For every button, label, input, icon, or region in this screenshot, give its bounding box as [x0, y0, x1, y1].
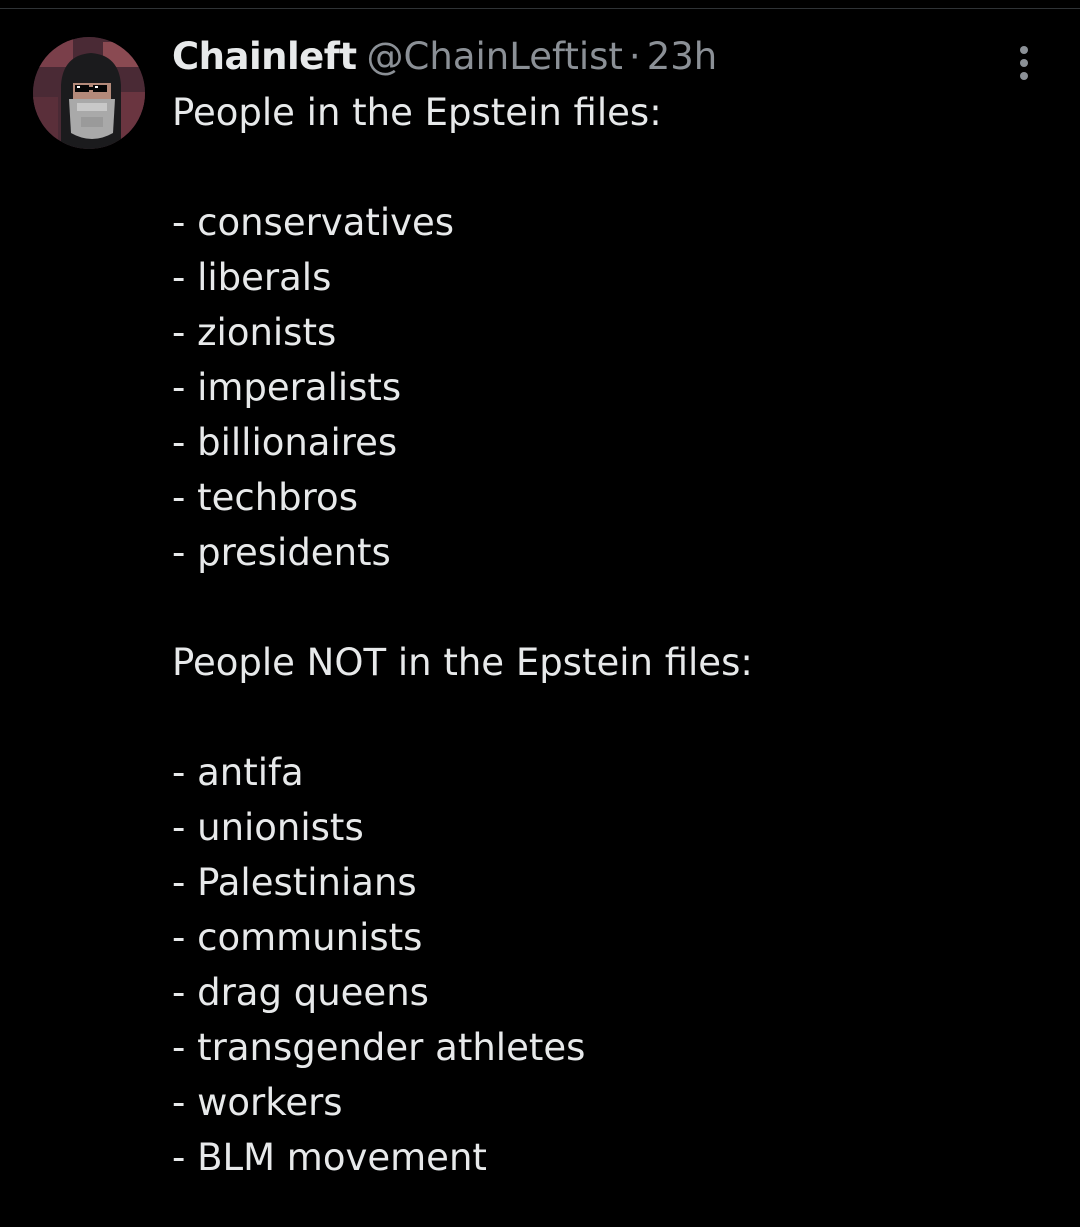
- tweet-text-line: People NOT in the Epstein files:: [172, 641, 753, 684]
- timestamp[interactable]: 23h: [647, 35, 718, 78]
- tweet-text-line: - conservatives: [172, 201, 455, 244]
- tweet-text-line: - unionists: [172, 806, 364, 849]
- tweet-text-line: [172, 580, 1052, 635]
- separator-dot: ·: [628, 35, 641, 78]
- tweet-text-line: - BLM movement: [172, 1136, 487, 1179]
- tweet-text-line: - antifa: [172, 751, 304, 794]
- avatar[interactable]: [33, 37, 145, 149]
- more-options-button[interactable]: [1004, 37, 1044, 87]
- tweet-text-line: [172, 690, 1052, 745]
- tweet-text: People in the Epstein files: - conservat…: [172, 85, 1052, 1185]
- tweet-text-line: - techbros: [172, 476, 358, 519]
- tweet-text-line: - drag queens: [172, 971, 429, 1014]
- tweet-text-line: - transgender athletes: [172, 1026, 586, 1069]
- tweet-text-line: People in the Epstein files:: [172, 91, 662, 134]
- tweet-text-line: - communists: [172, 916, 423, 959]
- avatar-image: [33, 37, 145, 149]
- user-handle[interactable]: @ChainLeftist: [367, 35, 623, 78]
- tweet-text-line: - presidents: [172, 531, 391, 574]
- tweet-text-line: - liberals: [172, 256, 332, 299]
- tweet[interactable]: Chainleft @ChainLeftist · 23h People in the…: [0, 9, 1080, 1227]
- tweet-text-line: - Palestinians: [172, 861, 417, 904]
- tweet-text-line: - billionaires: [172, 421, 398, 464]
- tweet-text-line: - zionists: [172, 311, 337, 354]
- tweet-header: Chainleft @ChainLeftist · 23h: [172, 31, 717, 83]
- tweet-text-line: - imperalists: [172, 366, 402, 409]
- tweet-text-line: - workers: [172, 1081, 343, 1124]
- tweet-text-line: [172, 140, 1052, 195]
- more-vertical-icon: [1020, 46, 1028, 80]
- display-name[interactable]: Chainleft: [172, 35, 357, 78]
